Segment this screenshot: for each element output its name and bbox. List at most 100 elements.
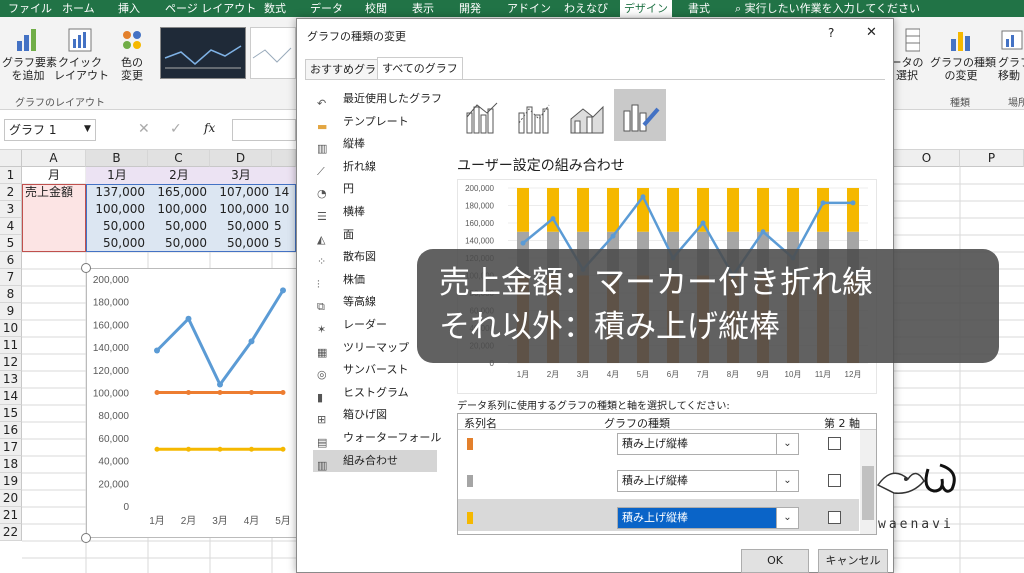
- column-header[interactable]: B: [86, 150, 148, 167]
- add-chart-element-button[interactable]: グラフ要素 を追加: [2, 27, 57, 82]
- data-cell[interactable]: 50,000: [210, 218, 272, 235]
- row-header[interactable]: 7: [0, 269, 22, 286]
- move-chart-button[interactable]: グラフ 移動: [998, 27, 1024, 82]
- row-header[interactable]: 18: [0, 456, 22, 473]
- select-all-corner[interactable]: [0, 150, 22, 167]
- row-header[interactable]: 15: [0, 405, 22, 422]
- resize-handle[interactable]: [81, 533, 91, 543]
- chart-type-item[interactable]: ▬ テンプレート: [313, 111, 437, 133]
- row-header[interactable]: 1: [0, 167, 22, 184]
- row-header[interactable]: 13: [0, 371, 22, 388]
- chart-style-thumb-dark[interactable]: [160, 27, 246, 79]
- data-cell[interactable]: 100,000: [148, 201, 210, 218]
- tab-format[interactable]: 書式: [688, 0, 710, 17]
- column-header[interactable]: P: [960, 150, 1024, 167]
- chart-type-item[interactable]: ⟋ 折れ線: [313, 156, 437, 178]
- resize-handle[interactable]: [81, 263, 91, 273]
- tab-formulas[interactable]: 数式: [264, 0, 286, 17]
- chart-type-item[interactable]: ◔ 円: [313, 178, 437, 200]
- chevron-down-icon[interactable]: ⌄: [776, 471, 798, 491]
- row-header[interactable]: 4: [0, 218, 22, 235]
- chart-type-item[interactable]: ▥ 縦棒: [313, 133, 437, 155]
- series-chart-type-select[interactable]: 積み上げ縦棒 ⌄: [617, 470, 799, 492]
- row-header[interactable]: 12: [0, 354, 22, 371]
- data-cell[interactable]: 137,000: [86, 184, 148, 201]
- tab-view[interactable]: 表示: [412, 0, 434, 17]
- formula-input[interactable]: [232, 119, 296, 141]
- series-chart-type-select[interactable]: 積み上げ縦棒 ⌄: [617, 433, 799, 455]
- row-header[interactable]: 9: [0, 303, 22, 320]
- secondary-axis-checkbox[interactable]: [828, 437, 841, 450]
- chart-type-item[interactable]: ☰ 横棒: [313, 201, 437, 223]
- chart-type-item[interactable]: ⊞ 箱ひげ図: [313, 404, 437, 426]
- cancel-button[interactable]: キャンセル: [818, 549, 888, 573]
- chevron-down-icon[interactable]: ▼: [84, 124, 91, 134]
- row-header[interactable]: 14: [0, 388, 22, 405]
- tab-home[interactable]: ホーム: [62, 0, 95, 17]
- tab-developer[interactable]: 開発: [459, 0, 481, 17]
- row-header[interactable]: 22: [0, 524, 22, 541]
- subtype-line-secondary-icon[interactable]: [513, 95, 557, 139]
- enter-icon[interactable]: ✓: [170, 121, 182, 137]
- row-header[interactable]: 21: [0, 507, 22, 524]
- data-cell[interactable]: 10: [272, 201, 296, 218]
- tab-insert[interactable]: 挿入: [118, 0, 140, 17]
- tab-design[interactable]: デザイン: [620, 0, 672, 17]
- row-header[interactable]: 5: [0, 235, 22, 252]
- tab-file[interactable]: ファイル: [8, 0, 52, 17]
- column-header[interactable]: [272, 150, 296, 167]
- row-header[interactable]: 16: [0, 422, 22, 439]
- chart-type-item[interactable]: ▥ 組み合わせ: [313, 449, 437, 472]
- cell-A2[interactable]: 売上金額: [22, 184, 86, 201]
- cell-A1[interactable]: 月: [22, 167, 86, 184]
- subtype-custom-combo-icon[interactable]: [614, 89, 666, 141]
- tab-addins[interactable]: アドイン: [507, 0, 551, 17]
- row-header[interactable]: 19: [0, 473, 22, 490]
- tab-review[interactable]: 校閲: [365, 0, 387, 17]
- data-cell[interactable]: 5: [272, 235, 296, 252]
- chart-type-item[interactable]: ▮ ヒストグラム: [313, 382, 437, 404]
- chart-style-thumb-light[interactable]: [250, 27, 296, 79]
- name-box[interactable]: グラフ 1: [4, 119, 96, 141]
- help-icon[interactable]: ?: [828, 26, 834, 40]
- cancel-icon[interactable]: ✕: [138, 121, 150, 137]
- row-header[interactable]: 11: [0, 337, 22, 354]
- quick-layout-button[interactable]: クイック レイアウト: [54, 27, 109, 82]
- row-header[interactable]: 2: [0, 184, 22, 201]
- data-cell[interactable]: 165,000: [148, 184, 210, 201]
- column-header[interactable]: C: [148, 150, 210, 167]
- tab-waenavi[interactable]: わえなび: [564, 0, 608, 17]
- column-header[interactable]: D: [210, 150, 272, 167]
- subtype-area-bar-icon[interactable]: [565, 95, 609, 139]
- close-icon[interactable]: ✕: [866, 25, 877, 40]
- tell-me-box[interactable]: ⌕ 実行したい作業を入力してください: [735, 0, 920, 17]
- fx-icon[interactable]: fx: [204, 121, 215, 135]
- chevron-down-icon[interactable]: ⌄: [776, 508, 798, 528]
- data-cell[interactable]: 100,000: [210, 201, 272, 218]
- tab-page-layout[interactable]: ページ レイアウト: [165, 0, 256, 17]
- row-header[interactable]: 3: [0, 201, 22, 218]
- row-header[interactable]: 17: [0, 439, 22, 456]
- tab-all-charts[interactable]: すべてのグラフ: [377, 57, 463, 80]
- data-cell[interactable]: 50,000: [86, 235, 148, 252]
- tab-data[interactable]: データ: [310, 0, 343, 17]
- chevron-down-icon[interactable]: ⌄: [776, 434, 798, 454]
- ok-button[interactable]: OK: [741, 549, 809, 573]
- row-header[interactable]: 20: [0, 490, 22, 507]
- row-header[interactable]: 8: [0, 286, 22, 303]
- data-cell[interactable]: 50,000: [210, 235, 272, 252]
- change-colors-button[interactable]: 色の 変更: [110, 27, 154, 82]
- change-chart-type-button[interactable]: グラフの種類 の変更: [930, 27, 996, 82]
- series-chart-type-select[interactable]: 積み上げ縦棒 ⌄: [617, 507, 799, 529]
- column-header[interactable]: A: [22, 150, 86, 167]
- chart-type-item[interactable]: ◭ 面: [313, 224, 437, 246]
- data-cell[interactable]: 107,000: [210, 184, 272, 201]
- row-header[interactable]: 10: [0, 320, 22, 337]
- cell-C1[interactable]: 2月: [148, 167, 210, 184]
- chart-type-item[interactable]: ▤ ウォーターフォール: [313, 427, 441, 449]
- embedded-chart[interactable]: 200,000 180,000 160,000 140,000 120,000 100,0…: [86, 268, 300, 538]
- data-cell[interactable]: 100,000: [86, 201, 148, 218]
- secondary-axis-checkbox[interactable]: [828, 511, 841, 524]
- secondary-axis-checkbox[interactable]: [828, 474, 841, 487]
- cell-D1[interactable]: 3月: [210, 167, 272, 184]
